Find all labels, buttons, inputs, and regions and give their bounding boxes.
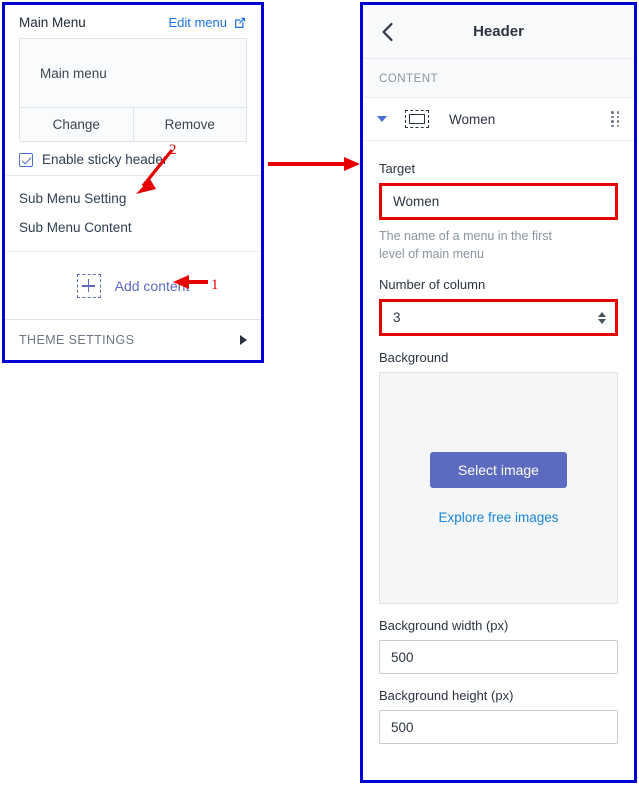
main-menu-header: Main Menu Edit menu xyxy=(5,5,261,36)
explore-free-images-link[interactable]: Explore free images xyxy=(438,510,558,525)
enable-sticky-header-row[interactable]: Enable sticky header xyxy=(19,152,247,167)
main-menu-panel-inner: Main Menu Edit menu Main menu Change Rem… xyxy=(5,5,261,360)
header-settings-panel: Header CONTENT Women Target The name of … xyxy=(360,2,637,783)
content-item-label: Women xyxy=(449,112,601,127)
theme-settings-label: THEME SETTINGS xyxy=(19,333,134,347)
number-of-column-input[interactable] xyxy=(379,299,618,336)
settings-form: Target The name of a menu in the first l… xyxy=(363,141,634,744)
chevron-right-icon xyxy=(240,335,247,345)
dropdown-item-sub-menu-content[interactable]: Sub Menu Content xyxy=(5,213,261,242)
target-input[interactable] xyxy=(379,183,618,220)
background-picker: Select image Explore free images xyxy=(379,372,618,604)
panel-title: Header xyxy=(363,23,634,40)
stepper-up-icon[interactable] xyxy=(598,312,606,317)
remove-button[interactable]: Remove xyxy=(134,108,247,141)
background-height-label: Background height (px) xyxy=(379,688,618,703)
dropdown-item-sub-menu-setting[interactable]: Sub Menu Setting xyxy=(5,184,261,213)
add-content-section[interactable]: Add content xyxy=(5,251,261,318)
target-label: Target xyxy=(379,161,618,176)
stepper-down-icon[interactable] xyxy=(598,319,606,324)
background-label: Background xyxy=(379,350,618,365)
background-width-label: Background width (px) xyxy=(379,618,618,633)
main-menu-card-actions: Change Remove xyxy=(20,107,246,141)
add-plus-icon xyxy=(77,274,101,298)
select-image-button[interactable]: Select image xyxy=(430,452,567,488)
number-of-column-label: Number of column xyxy=(379,277,618,292)
theme-settings-row[interactable]: THEME SETTINGS xyxy=(5,319,261,360)
enable-sticky-header-label: Enable sticky header xyxy=(42,152,167,167)
content-section-label: CONTENT xyxy=(363,59,634,98)
page-title: Main Menu xyxy=(19,15,86,30)
chevron-down-icon[interactable] xyxy=(377,116,387,122)
background-height-input[interactable] xyxy=(379,710,618,744)
external-link-icon xyxy=(233,16,247,30)
target-help-text: The name of a menu in the first level of… xyxy=(379,227,574,263)
drag-handle-icon[interactable] xyxy=(611,111,620,127)
edit-menu-link[interactable]: Edit menu xyxy=(168,15,247,30)
main-menu-card-name: Main menu xyxy=(20,39,246,107)
add-content-label[interactable]: Add content xyxy=(115,278,190,294)
block-element-icon xyxy=(405,110,429,128)
edit-menu-label: Edit menu xyxy=(168,15,227,30)
number-of-column-wrap xyxy=(379,299,618,336)
back-chevron-icon[interactable] xyxy=(381,22,394,42)
background-width-input[interactable] xyxy=(379,640,618,674)
content-item-women[interactable]: Women xyxy=(363,98,634,141)
sub-menu-dropdown: Sub Menu Setting Sub Menu Content xyxy=(5,175,261,253)
number-stepper-icon[interactable] xyxy=(598,312,606,324)
main-menu-card: Main menu Change Remove xyxy=(19,38,247,142)
enable-sticky-header-checkbox[interactable] xyxy=(19,153,33,167)
main-menu-panel: Main Menu Edit menu Main menu Change Rem… xyxy=(2,2,264,363)
change-button[interactable]: Change xyxy=(20,108,134,141)
panel-header: Header xyxy=(363,5,634,59)
